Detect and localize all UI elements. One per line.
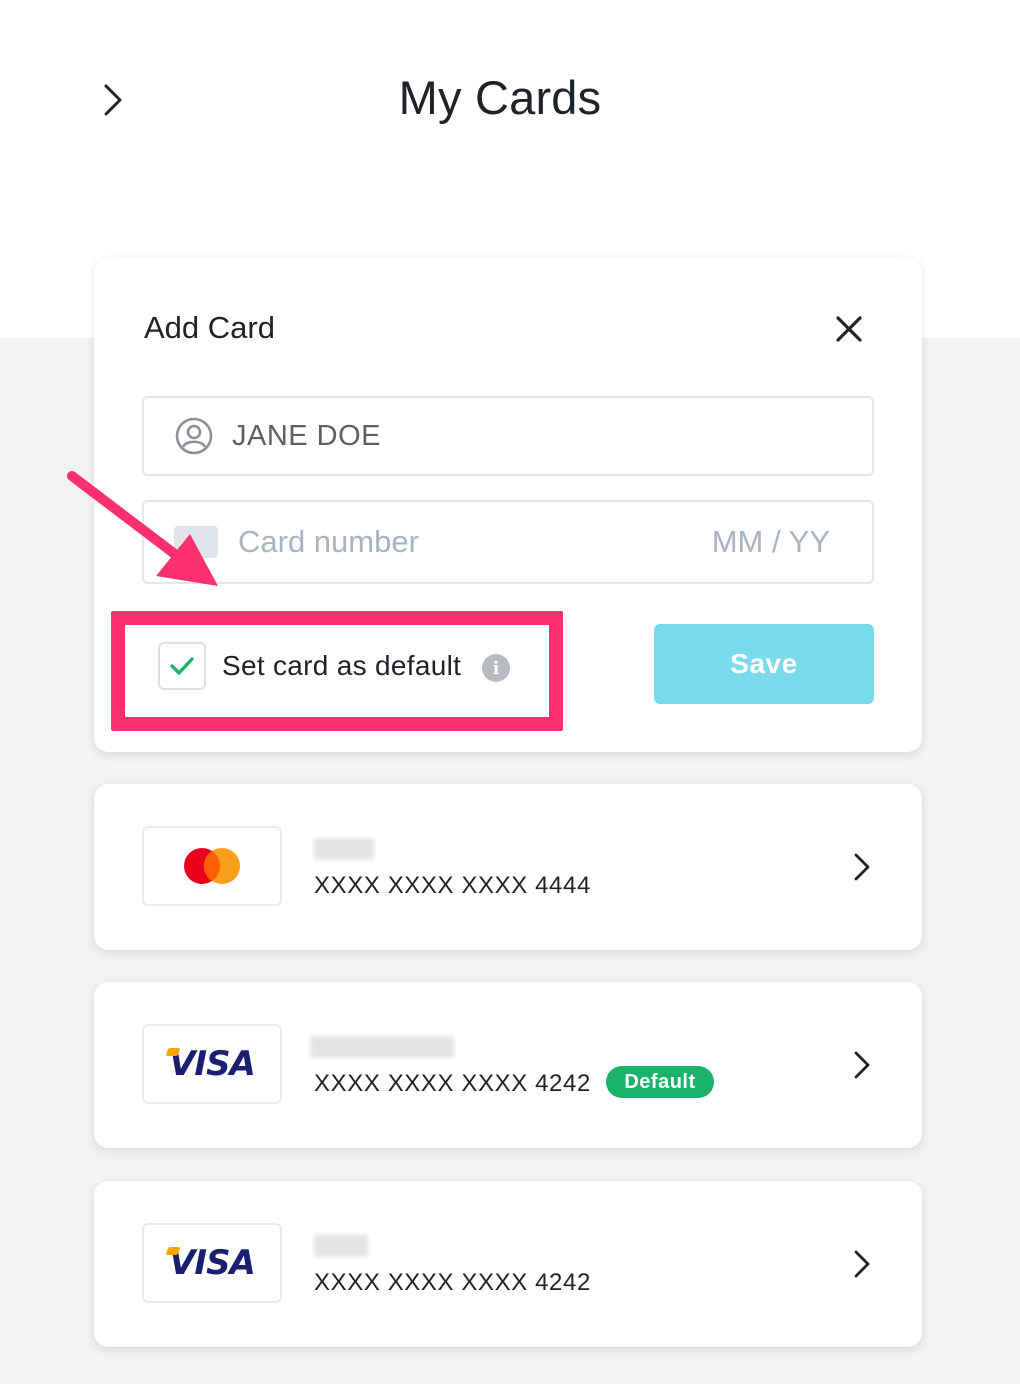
mastercard-logo [142, 826, 282, 906]
default-badge: Default [606, 1066, 714, 1098]
masked-cardholder-name [314, 1235, 368, 1257]
masked-cardholder-name [310, 1036, 454, 1058]
card-number-label: XXXX XXXX XXXX 4242 [314, 1269, 591, 1296]
visa-icon: VISA [165, 1243, 256, 1283]
row-chevron-icon [850, 1048, 874, 1082]
card-number-label: XXXX XXXX XXXX 4444 [314, 872, 591, 899]
page-title: My Cards [398, 71, 602, 124]
row-chevron-icon [850, 850, 874, 884]
card-number-label: XXXX XXXX XXXX 4242 [314, 1070, 591, 1097]
saved-card-row[interactable]: XXXX XXXX XXXX 4444 [94, 784, 922, 950]
save-button[interactable]: Save [654, 624, 874, 704]
card-details-field[interactable]: Card number MM / YY [142, 500, 874, 584]
saved-card-row[interactable]: VISA XXXX XXXX XXXX 4242 Default [94, 982, 922, 1148]
visa-logo: VISA [142, 1024, 282, 1104]
row-chevron-icon [850, 1247, 874, 1281]
expiry-input[interactable]: MM / YY [712, 524, 830, 560]
set-default-checkbox[interactable] [158, 642, 206, 690]
credit-card-icon [174, 526, 218, 558]
card-number-input[interactable]: Card number [238, 524, 419, 560]
close-icon [836, 316, 862, 342]
close-button[interactable] [830, 310, 868, 348]
add-card-title: Add Card [144, 310, 275, 345]
user-circle-icon [175, 417, 213, 455]
visa-icon: VISA [165, 1044, 256, 1084]
mastercard-icon [184, 848, 240, 884]
saved-card-row[interactable]: VISA XXXX XXXX XXXX 4242 [94, 1181, 922, 1347]
checkmark-icon [170, 657, 194, 675]
cardholder-name-value: JANE DOE [232, 420, 382, 452]
visa-logo: VISA [142, 1223, 282, 1303]
masked-cardholder-name [314, 838, 374, 860]
cardholder-name-field[interactable]: JANE DOE [142, 396, 874, 476]
add-card-panel: Add Card JANE DOE Card number MM / YY Sa… [94, 258, 922, 752]
info-icon[interactable]: i [482, 654, 510, 682]
